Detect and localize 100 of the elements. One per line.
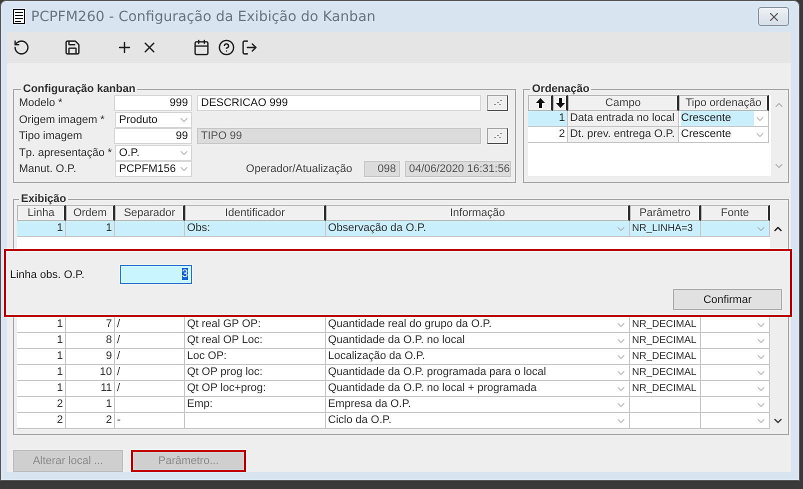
dropdown-field[interactable]: Produto (115, 112, 192, 128)
table-cell: - (115, 413, 185, 429)
confirm-button[interactable]: Confirmar (673, 289, 782, 310)
table-cell: Qt OP loc+prog: (185, 381, 326, 397)
dropdown-cell[interactable] (701, 349, 770, 365)
arrow-up-icon (536, 98, 544, 108)
calendar-icon (193, 39, 210, 56)
dropdown-cell[interactable]: Quantidade da O.P. programada para o local (326, 365, 630, 381)
dropdown-field[interactable]: PCPFM156 (115, 161, 192, 178)
field-label: Operador/Atualização (246, 163, 352, 176)
add-button[interactable] (116, 39, 133, 56)
group-title: Ordenação (531, 83, 590, 95)
table-cell (630, 397, 701, 413)
table-cell: / (115, 381, 185, 397)
dropdown-cell[interactable] (701, 397, 770, 413)
table-cell: Qt real GP OP: (185, 317, 326, 333)
ellipsis-icon (492, 132, 502, 140)
table-cell: 2 (17, 397, 66, 413)
column-header: Campo (568, 95, 679, 111)
table-cell (115, 221, 185, 237)
field-label: Tp. apresentação * (19, 146, 113, 159)
dropdown-cell[interactable]: Localização da O.P. (326, 349, 630, 365)
timestamp-field: 04/06/2020 16:31:56 (405, 161, 511, 178)
table-cell: 1 (17, 349, 66, 365)
lookup-button[interactable] (487, 128, 508, 144)
table-cell: 8 (66, 333, 115, 349)
group-title: Configuração kanban (22, 83, 136, 95)
help-icon (218, 39, 235, 56)
table-cell: / (115, 349, 185, 365)
move-down-button[interactable] (553, 95, 568, 111)
exit-button[interactable] (241, 39, 258, 56)
table-cell: 10 (66, 365, 115, 381)
dropdown-cell[interactable] (701, 413, 770, 429)
save-icon (64, 39, 81, 56)
table-cell: Qt real OP Loc: (185, 333, 326, 349)
description-field[interactable]: DESCRICAO 999 (197, 95, 481, 112)
field-label: Origem imagem * (19, 114, 106, 126)
field-label: Modelo * (19, 97, 64, 110)
field-label: Linha obs. O.P. (10, 268, 86, 280)
calendar-button[interactable] (193, 39, 210, 56)
code-field[interactable]: 999 (114, 95, 192, 112)
column-header: Parâmetro (630, 205, 701, 221)
dropdown-cell[interactable] (701, 333, 770, 349)
dropdown-cell[interactable]: Crescente (679, 111, 769, 127)
input-field[interactable]: 3 (120, 265, 192, 284)
column-header: Informação (326, 205, 630, 221)
lookup-button[interactable] (487, 95, 508, 112)
close-button[interactable] (758, 7, 789, 26)
dropdown-field[interactable]: O.P. (115, 144, 192, 161)
move-up-button[interactable] (528, 95, 553, 111)
table-cell: 1 (66, 221, 115, 237)
dropdown-cell[interactable]: Quantidade real do grupo da O.P. (326, 317, 630, 333)
table-cell: 2 (528, 127, 568, 143)
field-label: Tipo imagem (19, 130, 84, 142)
table-cell: 1 (17, 365, 66, 381)
dropdown-cell[interactable]: Observação da O.P. (326, 221, 630, 237)
table-cell: / (115, 333, 185, 349)
table-cell: 1 (17, 317, 66, 333)
table-cell (630, 413, 701, 429)
dropdown-cell[interactable]: Ciclo da O.P. (326, 413, 630, 429)
ellipsis-icon (492, 99, 502, 108)
dropdown-cell[interactable]: Crescente (679, 127, 769, 143)
arrow-down-icon (556, 98, 564, 108)
dropdown-cell[interactable] (701, 381, 770, 397)
document-icon (13, 9, 25, 24)
column-header: Identificador (185, 205, 326, 221)
group-title: Exibição (20, 193, 68, 205)
column-header: Separador (115, 205, 185, 221)
column-header: Linha (17, 205, 66, 221)
table-cell: Data entrada no local (568, 111, 679, 127)
operator-field: 098 (364, 161, 400, 178)
table-cell (115, 397, 185, 413)
column-header: Fonte (701, 205, 770, 221)
table-cell: 1 (66, 397, 115, 413)
plus-icon (116, 39, 133, 56)
table-cell: 11 (66, 381, 115, 397)
table-cell: Dt. prev. entrega O.P. (568, 127, 679, 143)
dropdown-cell[interactable]: Quantidade da O.P. no local (326, 333, 630, 349)
description-field: TIPO 99 (197, 128, 481, 144)
table-cell: 1 (528, 111, 568, 127)
table-cell: Obs: (185, 221, 326, 237)
table-cell: 1 (17, 333, 66, 349)
table-cell: NR_DECIMAL (630, 365, 701, 381)
column-header: Ordem (66, 205, 115, 221)
help-button[interactable] (218, 39, 235, 56)
dropdown-cell[interactable]: Empresa da O.P. (326, 397, 630, 413)
table-cell: 7 (66, 317, 115, 333)
dropdown-cell[interactable] (701, 221, 770, 237)
code-field[interactable]: 99 (114, 128, 192, 144)
dropdown-cell[interactable] (701, 317, 770, 333)
table-cell: Qt OP prog loc: (185, 365, 326, 381)
table-cell: 1 (17, 381, 66, 397)
table-cell: 9 (66, 349, 115, 365)
table-cell: 1 (17, 221, 66, 237)
dropdown-cell[interactable]: Quantidade da O.P. no local + programada (326, 381, 630, 397)
undo-button[interactable] (13, 39, 30, 56)
table-cell: NR_DECIMAL (630, 381, 701, 397)
column-header: Tipo ordenação (679, 95, 769, 111)
dropdown-cell[interactable] (701, 365, 770, 381)
save-button[interactable] (64, 39, 81, 56)
